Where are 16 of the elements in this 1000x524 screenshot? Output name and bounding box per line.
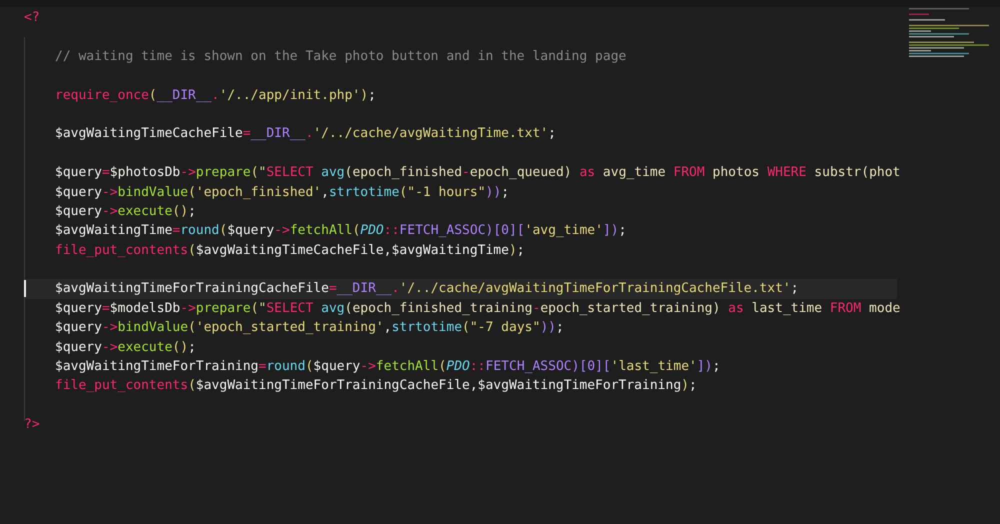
code-line: $query=$photosDb->prepare("SELECT avg(epoch_finished-epoch_queued) as avg_time FROM photos WHERE substr(phot [54,164,897,182]
code-line: $query->bindValue('epoch_started_training',strtotime("-7 days")); [54,319,565,338]
code-line: ?> [23,416,41,434]
text-cursor [24,280,26,298]
code-line: $query=$modelsDb->prepare("SELECT avg(epoch_finished_training-epoch_started_training) as last_time FROM mode [54,300,897,318]
code-line: <? [23,9,41,27]
code-line: $query->execute(); [54,202,197,221]
code-line: file_put_contents($avgWaitingTimeCacheFile,$avgWaitingTime); [54,242,526,260]
code-line: $query->execute(); [54,338,197,357]
code-line: $query->bindValue('epoch_finished',strtotime("-1 hours")); [54,184,510,202]
code-line: // waiting time is shown on the Take photo button and in the landing page [54,48,628,66]
code-line: file_put_contents($avgWaitingTimeForTrainingCacheFile,$avgWaitingTimeForTraining); [54,377,698,396]
code-line: $avgWaitingTime=round($query->fetchAll(PDO::FETCH_ASSOC)[0]['avg_time']); [54,222,628,240]
code-line: require_once(__DIR__.'/../app/init.php'); [54,86,377,105]
code-line: $avgWaitingTimeCacheFile=__DIR__.'/../cache/avgWaitingTime.txt'; [54,125,557,144]
code-line: $avgWaitingTimeForTraining=round($query->fetchAll(PDO::FETCH_ASSOC)[0]['last_time']); [54,358,722,376]
